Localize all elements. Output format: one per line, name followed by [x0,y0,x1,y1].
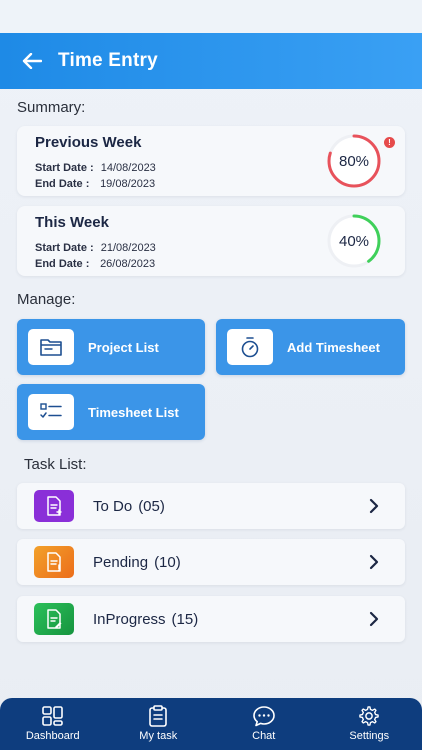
task-label: To Do (05) [93,498,165,515]
task-list-label: Task List: [24,456,87,473]
progress-percent: 40% [338,232,370,250]
chevron-right-icon [369,554,379,570]
task-label: Pending (10) [93,554,181,571]
nav-settings[interactable]: Settings [317,698,422,750]
gear-icon [359,706,380,726]
this-week-card[interactable]: This Week Start Date : 21/08/2023 End Da… [17,206,405,276]
current-start-date: Start Date : 21/08/2023 [35,242,156,254]
task-item-todo[interactable]: To Do (05) [17,483,405,529]
nav-label: Chat [252,730,276,742]
task-count: (10) [154,553,181,571]
nav-dashboard[interactable]: Dashboard [0,698,106,750]
project-list-button[interactable]: Project List [17,319,205,375]
start-date-label: Start Date : [35,162,94,174]
this-week-title: This Week [35,214,109,231]
dashboard-icon [41,706,63,726]
chevron-right-icon [369,498,379,514]
stopwatch-icon [227,329,273,365]
chevron-right-icon [369,611,379,627]
task-name: Pending [93,553,149,571]
bottom-nav: Dashboard My task Chat Settings [0,698,422,750]
start-date-label: Start Date : [35,242,94,254]
page-title: Time Entry [58,50,158,71]
previous-start-date: Start Date : 14/08/2023 [35,162,156,174]
task-name: To Do [93,497,133,515]
previous-week-card[interactable]: Previous Week Start Date : 14/08/2023 En… [17,126,405,196]
task-label: InProgress (15) [93,611,198,628]
task-item-pending[interactable]: Pending (10) [17,539,405,585]
end-date-value: 19/08/2023 [100,178,156,190]
nav-label: My task [139,730,178,742]
task-count: (05) [138,497,165,515]
nav-label: Dashboard [25,730,80,742]
add-timesheet-label: Add Timesheet [287,339,380,355]
task-name: InProgress [93,610,166,628]
document-edit-icon [34,603,74,635]
document-icon [34,546,74,578]
clipboard-icon [149,705,168,727]
progress-ring-current: 40% [321,214,387,268]
timesheet-list-label: Timesheet List [88,404,179,420]
end-date-value: 26/08/2023 [100,258,156,270]
previous-end-date: End Date : 19/08/2023 [35,178,155,190]
add-timesheet-button[interactable]: Add Timesheet [216,319,405,375]
manage-label: Manage: [17,291,76,308]
end-date-label: End Date : [35,258,90,270]
back-button[interactable] [4,33,60,89]
timesheet-list-button[interactable]: Timesheet List [17,384,205,440]
progress-ring-previous: 80% [321,134,387,188]
task-count: (15) [171,610,199,628]
task-item-inprogress[interactable]: InProgress (15) [17,596,405,642]
arrow-left-icon [22,53,42,69]
folder-icon [28,329,74,365]
current-end-date: End Date : 26/08/2023 [35,258,155,270]
start-date-value: 14/08/2023 [100,162,156,174]
progress-percent: 80% [338,152,370,170]
alert-badge: ! [384,137,395,148]
status-bar [0,0,422,33]
project-list-label: Project List [88,339,159,355]
previous-week-title: Previous Week [35,134,142,151]
chat-icon [252,706,275,727]
nav-my-task[interactable]: My task [106,698,212,750]
app-bar: Time Entry [0,33,422,89]
nav-label: Settings [349,730,390,742]
checklist-icon [28,394,74,430]
end-date-label: End Date : [35,178,90,190]
start-date-value: 21/08/2023 [100,242,156,254]
document-icon [34,490,74,522]
summary-label: Summary: [17,99,86,116]
nav-chat[interactable]: Chat [211,698,317,750]
